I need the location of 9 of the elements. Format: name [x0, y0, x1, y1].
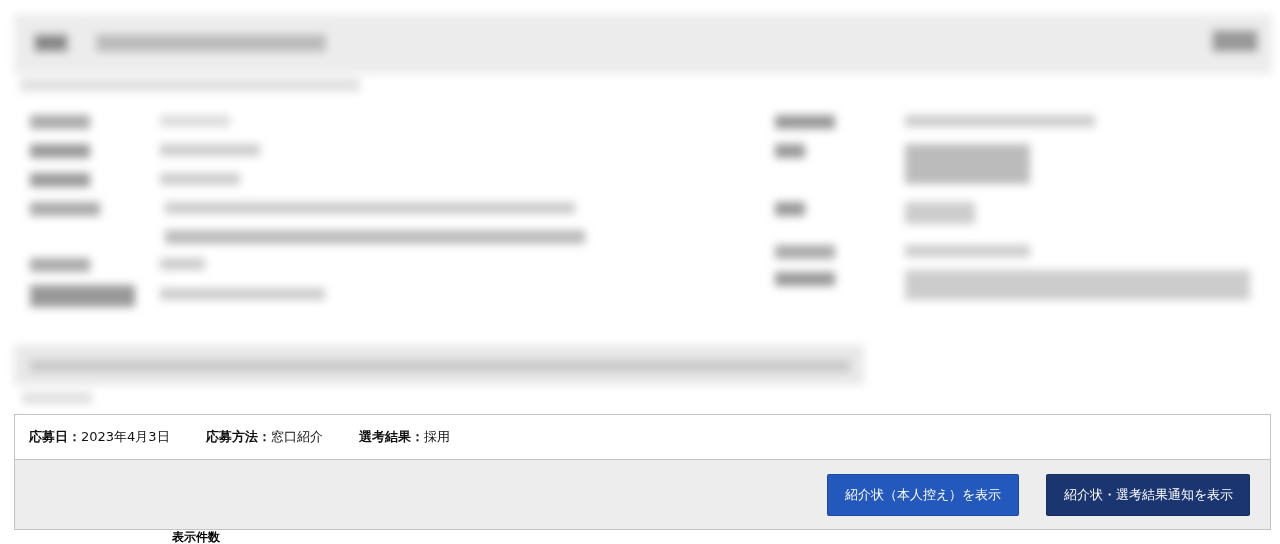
display-count-label: 表示件数: [172, 531, 220, 544]
field-value: 採用: [423, 429, 450, 444]
show-document-button[interactable]: 紹介状・選考結果通知を表示: [1046, 473, 1250, 516]
field-label: 選考結果：: [358, 429, 424, 444]
field-value: 2023年4月3日: [81, 429, 170, 444]
field-label: 応募方法：: [205, 429, 271, 444]
field-label: 応募日：: [29, 429, 81, 444]
field-value: 窓口紹介: [270, 429, 323, 444]
show-document-button[interactable]: 紹介状（本人控え）を表示: [827, 473, 1019, 516]
